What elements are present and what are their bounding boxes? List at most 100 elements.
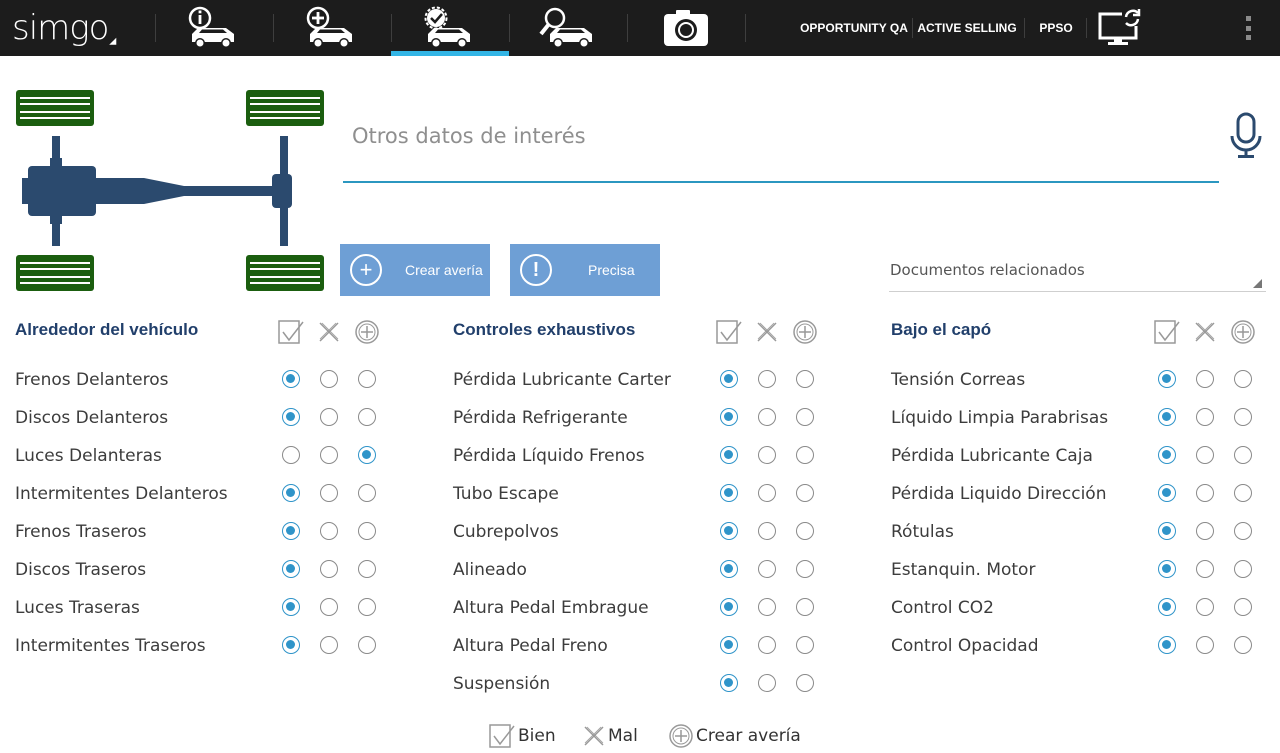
radio-mal[interactable] [758, 484, 776, 502]
notes-input[interactable] [343, 110, 1219, 162]
tab-vehicle-add[interactable] [273, 0, 391, 56]
radio-mal[interactable] [320, 370, 338, 388]
radio-bien[interactable] [282, 522, 300, 540]
radio-bien[interactable] [282, 408, 300, 426]
radio-crear[interactable] [796, 674, 814, 692]
radio-mal[interactable] [1196, 446, 1214, 464]
radio-crear[interactable] [358, 560, 376, 578]
radio-bien[interactable] [720, 674, 738, 692]
radio-bien[interactable] [720, 560, 738, 578]
nav-link-separator [912, 18, 913, 38]
radio-crear[interactable] [358, 408, 376, 426]
sync-button[interactable] [1098, 8, 1144, 48]
simgo-logo[interactable]: simgo [12, 6, 122, 50]
nav-link-ppso[interactable]: PPSO [1030, 0, 1082, 56]
radio-mal[interactable] [758, 522, 776, 540]
radio-crear[interactable] [796, 446, 814, 464]
radio-crear[interactable] [358, 446, 376, 464]
radio-bien[interactable] [1158, 446, 1176, 464]
radio-bien[interactable] [720, 446, 738, 464]
radio-bien[interactable] [1158, 370, 1176, 388]
radio-crear[interactable] [796, 560, 814, 578]
radio-bien[interactable] [282, 484, 300, 502]
tire-front-left[interactable] [16, 90, 94, 126]
radio-mal[interactable] [320, 522, 338, 540]
microphone-button[interactable] [1226, 112, 1266, 162]
radio-bien[interactable] [1158, 560, 1176, 578]
radio-crear[interactable] [796, 484, 814, 502]
radio-crear[interactable] [1234, 636, 1252, 654]
radio-crear[interactable] [358, 598, 376, 616]
radio-crear[interactable] [1234, 446, 1252, 464]
related-documents-dropdown[interactable]: Documentos relacionados [889, 252, 1266, 292]
vehicle-chassis-diagram[interactable] [14, 88, 328, 296]
tire-rear-right[interactable] [246, 255, 324, 291]
radio-crear[interactable] [796, 598, 814, 616]
overflow-menu-icon[interactable] [1238, 12, 1258, 44]
radio-bien[interactable] [1158, 408, 1176, 426]
create-fault-button[interactable]: + Crear avería [340, 244, 490, 296]
radio-mal[interactable] [758, 598, 776, 616]
radio-bien[interactable] [282, 370, 300, 388]
radio-bien[interactable] [1158, 636, 1176, 654]
radio-bien[interactable] [1158, 484, 1176, 502]
radio-crear[interactable] [1234, 560, 1252, 578]
radio-crear[interactable] [358, 636, 376, 654]
tab-vehicle-info[interactable] [155, 0, 273, 56]
radio-bien[interactable] [282, 598, 300, 616]
tab-vehicle-check[interactable] [391, 0, 509, 56]
radio-mal[interactable] [1196, 560, 1214, 578]
radio-crear[interactable] [796, 522, 814, 540]
radio-crear[interactable] [358, 522, 376, 540]
radio-crear[interactable] [1234, 484, 1252, 502]
radio-crear[interactable] [796, 636, 814, 654]
radio-mal[interactable] [758, 370, 776, 388]
precisa-button[interactable]: ! Precisa [510, 244, 660, 296]
tab-camera[interactable] [627, 0, 745, 56]
notes-field[interactable] [343, 110, 1219, 183]
radio-mal[interactable] [1196, 636, 1214, 654]
radio-bien[interactable] [282, 636, 300, 654]
radio-bien[interactable] [720, 484, 738, 502]
radio-mal[interactable] [758, 560, 776, 578]
radio-mal[interactable] [1196, 598, 1214, 616]
radio-crear[interactable] [358, 370, 376, 388]
radio-bien[interactable] [1158, 598, 1176, 616]
radio-mal[interactable] [1196, 522, 1214, 540]
radio-crear[interactable] [1234, 408, 1252, 426]
radio-mal[interactable] [758, 408, 776, 426]
radio-crear[interactable] [796, 370, 814, 388]
inspection-item-label: Pérdida Lubricante Caja [891, 446, 1093, 466]
radio-mal[interactable] [320, 598, 338, 616]
nav-link-active-selling[interactable]: ACTIVE SELLING [916, 0, 1018, 56]
header-mal [1191, 318, 1219, 346]
radio-bien[interactable] [720, 522, 738, 540]
tire-front-right[interactable] [246, 90, 324, 126]
radio-crear[interactable] [1234, 370, 1252, 388]
radio-bien[interactable] [282, 446, 300, 464]
radio-bien[interactable] [720, 598, 738, 616]
tire-rear-left[interactable] [16, 255, 94, 291]
radio-mal[interactable] [758, 674, 776, 692]
radio-bien[interactable] [720, 636, 738, 654]
radio-bien[interactable] [282, 560, 300, 578]
radio-mal[interactable] [1196, 370, 1214, 388]
radio-mal[interactable] [320, 446, 338, 464]
radio-bien[interactable] [1158, 522, 1176, 540]
radio-crear[interactable] [358, 484, 376, 502]
radio-mal[interactable] [320, 636, 338, 654]
radio-mal[interactable] [1196, 408, 1214, 426]
radio-mal[interactable] [758, 446, 776, 464]
radio-mal[interactable] [1196, 484, 1214, 502]
nav-link-opportunity-qa[interactable]: OPPORTUNITY QA [800, 0, 908, 56]
radio-crear[interactable] [796, 408, 814, 426]
tab-vehicle-search[interactable] [509, 0, 627, 56]
radio-mal[interactable] [320, 408, 338, 426]
radio-mal[interactable] [758, 636, 776, 654]
radio-crear[interactable] [1234, 598, 1252, 616]
radio-bien[interactable] [720, 408, 738, 426]
radio-bien[interactable] [720, 370, 738, 388]
radio-mal[interactable] [320, 484, 338, 502]
radio-mal[interactable] [320, 560, 338, 578]
radio-crear[interactable] [1234, 522, 1252, 540]
